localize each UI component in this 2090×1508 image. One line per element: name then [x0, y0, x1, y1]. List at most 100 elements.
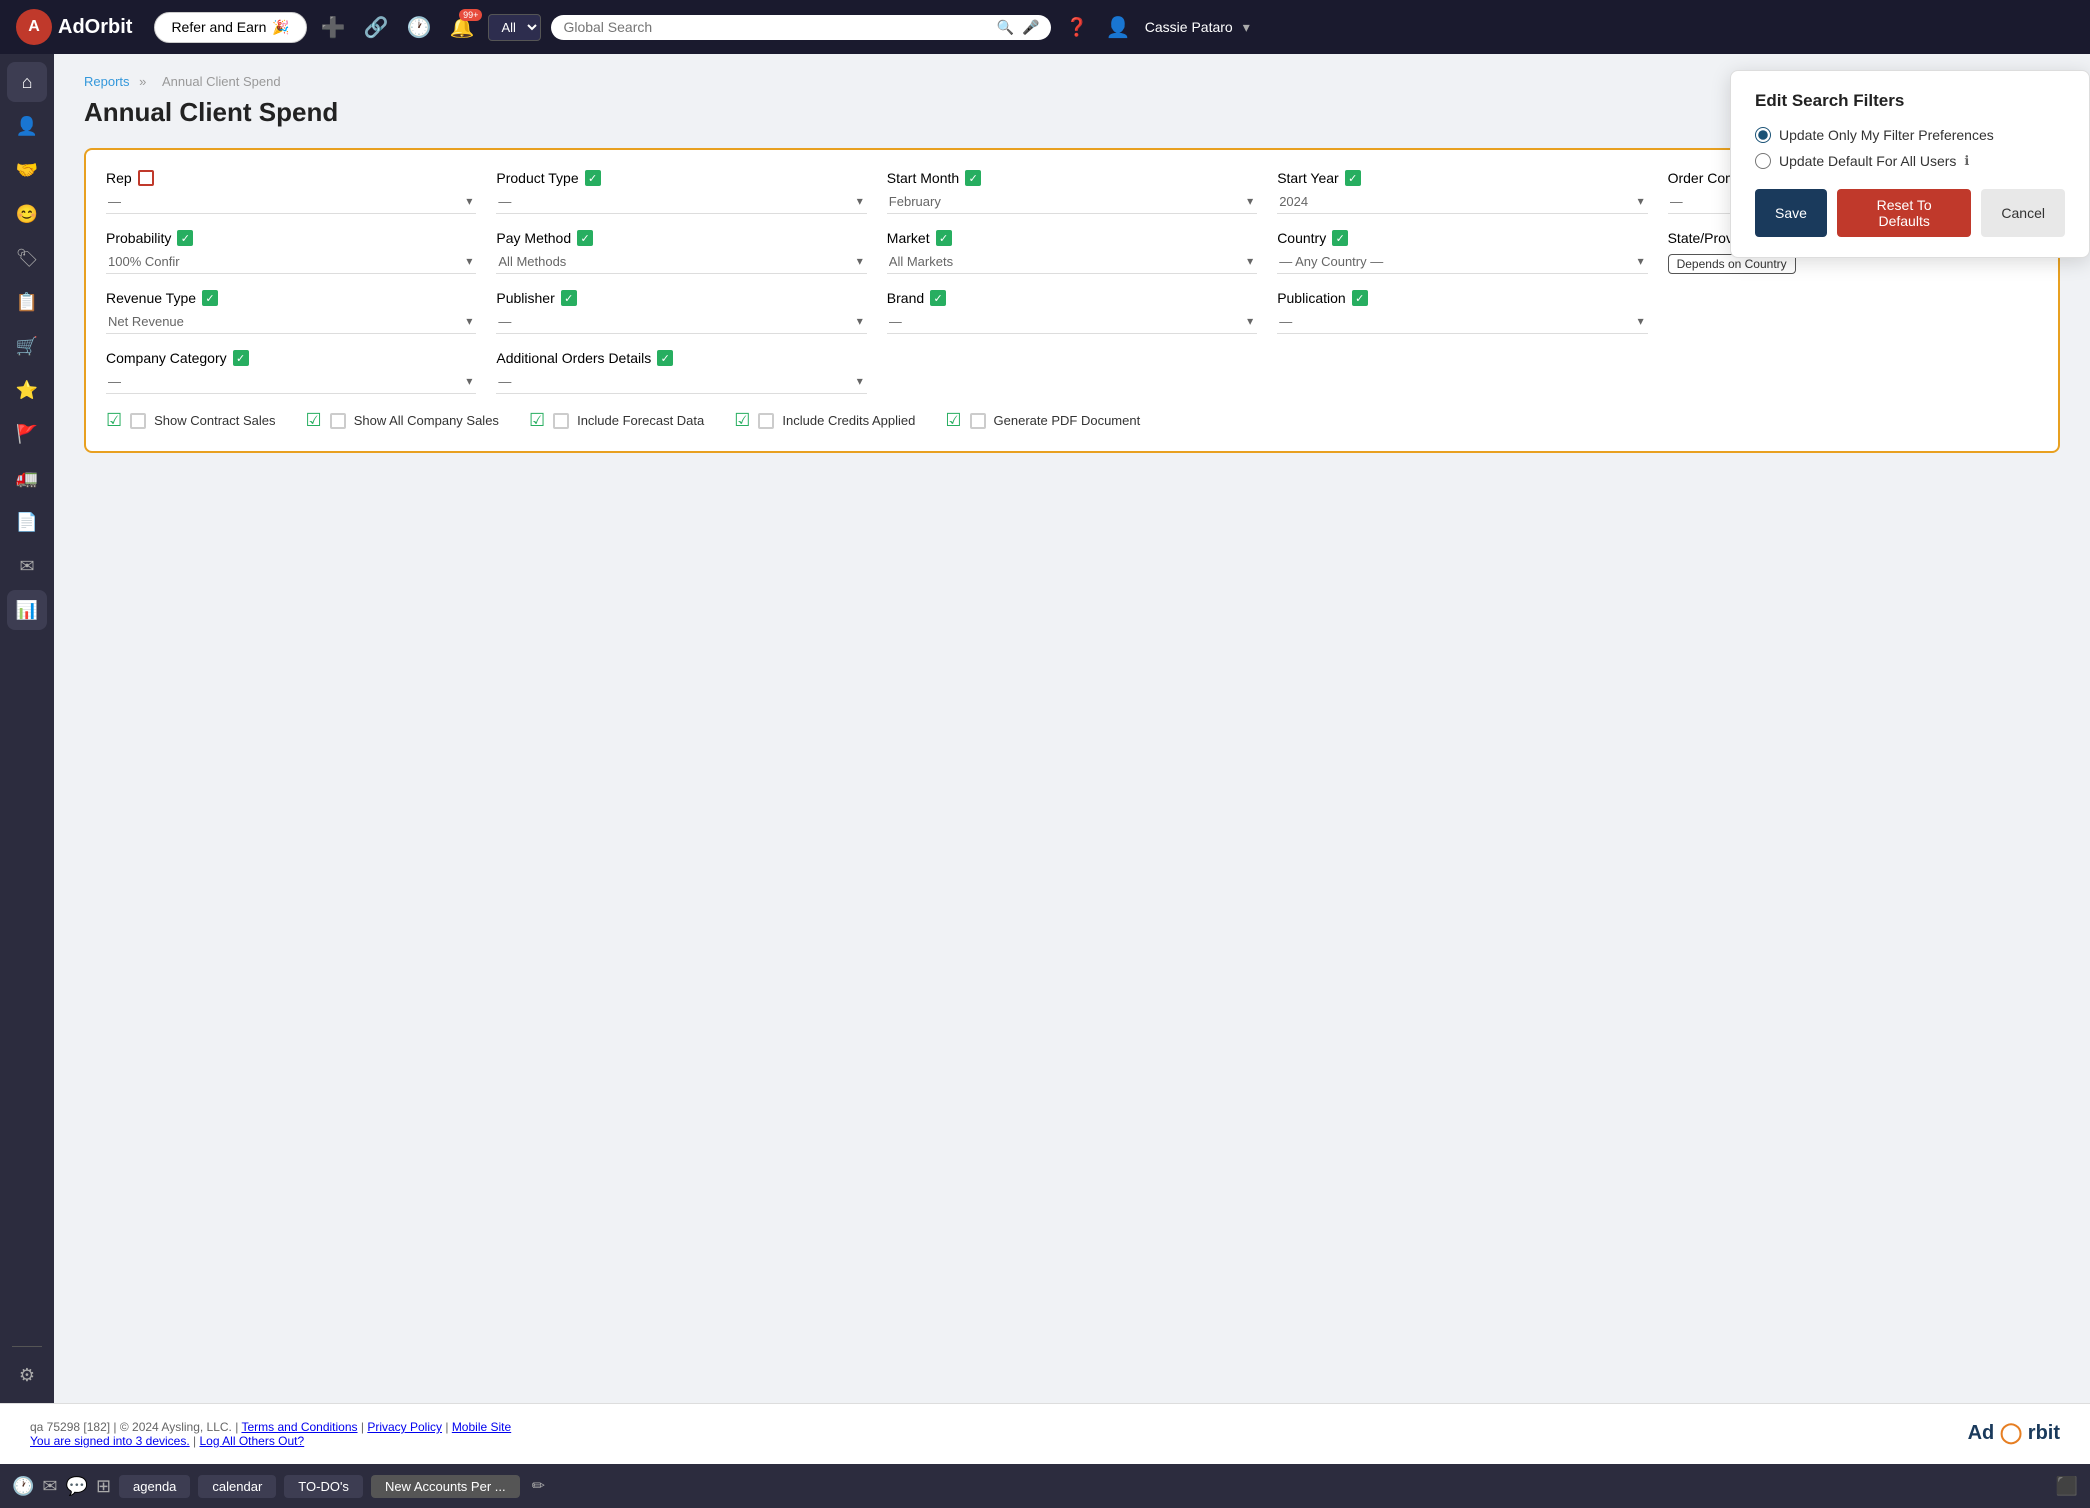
taskbar-clock-icon[interactable]: 🕐	[12, 1476, 34, 1497]
search-icon[interactable]: 🔍	[997, 19, 1014, 36]
taskbar-calendar-button[interactable]: calendar	[198, 1475, 276, 1498]
popup-radio-my-preferences-input[interactable]	[1755, 127, 1771, 143]
filter-revenue-type-checkbox[interactable]: ✓	[202, 290, 218, 306]
checkbox-show-contract-sales[interactable]: ☑ Show Contract Sales	[106, 410, 276, 431]
taskbar-chat-icon[interactable]: 💬	[66, 1476, 88, 1497]
taskbar-todo-button[interactable]: TO-DO's	[284, 1475, 363, 1498]
filter-start-year-select[interactable]: 2024	[1277, 190, 1647, 214]
checkbox-include-credits-applied-square	[758, 413, 774, 429]
filter-publication: Publication ✓ —	[1277, 290, 1647, 334]
footer-privacy-link[interactable]: Privacy Policy	[367, 1420, 442, 1434]
checkbox-generate-pdf-document[interactable]: ☑ Generate PDF Document	[945, 410, 1140, 431]
sidebar-item-doc[interactable]: 📄	[7, 502, 47, 542]
filter-pay-method: Pay Method ✓ All Methods	[496, 230, 866, 274]
filter-revenue-type-select[interactable]: Net Revenue	[106, 310, 476, 334]
filter-additional-orders-details-checkbox[interactable]: ✓	[657, 350, 673, 366]
filter-publication-select[interactable]: —	[1277, 310, 1647, 334]
filter-pay-method-checkbox[interactable]: ✓	[577, 230, 593, 246]
sidebar-item-orders[interactable]: 📋	[7, 282, 47, 322]
sidebar-item-star[interactable]: ⭐	[7, 370, 47, 410]
sidebar-item-home[interactable]: ⌂	[7, 62, 47, 102]
footer-logo-text2: rbit	[2028, 1422, 2060, 1444]
filter-market-checkbox[interactable]: ✓	[936, 230, 952, 246]
filter-product-type-checkbox[interactable]: ✓	[585, 170, 601, 186]
checkbox-include-forecast-data-square	[553, 413, 569, 429]
filter-start-year-checkbox[interactable]: ✓	[1345, 170, 1361, 186]
filter-start-month-select[interactable]: February	[887, 190, 1257, 214]
history-button[interactable]: 🕐	[403, 11, 436, 44]
filter-market-select-wrapper: All Markets	[887, 250, 1257, 274]
taskbar-grid-icon[interactable]: ⊞	[96, 1476, 111, 1497]
filter-product-type-label: Product Type	[496, 170, 578, 186]
popup-cancel-button[interactable]: Cancel	[1981, 189, 2065, 237]
taskbar-mail-icon[interactable]: ✉	[42, 1476, 57, 1497]
link-button[interactable]: 🔗	[360, 11, 393, 44]
filter-company-category-checkbox[interactable]: ✓	[233, 350, 249, 366]
popup-radio-all-users[interactable]: Update Default For All Users ℹ	[1755, 153, 2065, 169]
checkbox-include-forecast-data[interactable]: ☑ Include Forecast Data	[529, 410, 704, 431]
sidebar-item-flag[interactable]: 🚩	[7, 414, 47, 454]
filter-country-label: Country	[1277, 230, 1326, 246]
filter-brand-label: Brand	[887, 290, 924, 306]
taskbar-edit-button[interactable]: ✏	[532, 1476, 545, 1496]
sidebar-item-handshake[interactable]: 🤝	[7, 150, 47, 190]
popup-radio-my-preferences[interactable]: Update Only My Filter Preferences	[1755, 127, 2065, 143]
popup-save-button[interactable]: Save	[1755, 189, 1827, 237]
filter-country-select[interactable]: — Any Country —	[1277, 250, 1647, 274]
filter-country-checkbox[interactable]: ✓	[1332, 230, 1348, 246]
filter-market-select[interactable]: All Markets	[887, 250, 1257, 274]
sidebar-item-cart[interactable]: 🛒	[7, 326, 47, 366]
filter-company-category-select[interactable]: —	[106, 370, 476, 394]
user-button[interactable]: 👤	[1102, 11, 1135, 44]
filter-pay-method-select[interactable]: All Methods	[496, 250, 866, 274]
sidebar-item-tag[interactable]: 🏷	[7, 238, 47, 278]
filter-publisher-select[interactable]: —	[496, 310, 866, 334]
checkbox-include-credits-applied[interactable]: ☑ Include Credits Applied	[734, 410, 915, 431]
filter-brand-header: Brand ✓	[887, 290, 1257, 306]
footer-terms-link[interactable]: Terms and Conditions	[241, 1420, 357, 1434]
add-button[interactable]: ➕	[317, 11, 350, 44]
filter-market-label: Market	[887, 230, 930, 246]
popup-reset-button[interactable]: Reset To Defaults	[1837, 189, 1971, 237]
filter-publisher-checkbox[interactable]: ✓	[561, 290, 577, 306]
refer-earn-button[interactable]: Refer and Earn 🎉	[154, 12, 306, 43]
sidebar-item-reports[interactable]: 📊	[7, 590, 47, 630]
notifications-button[interactable]: 🔔 99+	[446, 11, 479, 44]
filter-start-month-checkbox[interactable]: ✓	[965, 170, 981, 186]
popup-radio-all-users-label: Update Default For All Users	[1779, 153, 1956, 169]
filter-product-type-select[interactable]: —	[496, 190, 866, 214]
filter-additional-orders-details-select[interactable]: —	[496, 370, 866, 394]
filter-brand-checkbox[interactable]: ✓	[930, 290, 946, 306]
footer-signed-in-link[interactable]: You are signed into 3 devices.	[30, 1434, 190, 1448]
filter-rep-select[interactable]: —	[106, 190, 476, 214]
mic-icon[interactable]: 🎤	[1022, 19, 1039, 36]
filter-publication-header: Publication ✓	[1277, 290, 1647, 306]
popup-radio-all-users-input[interactable]	[1755, 153, 1771, 169]
search-input[interactable]	[563, 19, 988, 35]
footer-log-others-link[interactable]: Log All Others Out?	[199, 1434, 304, 1448]
filter-publication-label: Publication	[1277, 290, 1346, 306]
filter-publication-checkbox[interactable]: ✓	[1352, 290, 1368, 306]
sidebar-item-contacts[interactable]: 👤	[7, 106, 47, 146]
taskbar-agenda-button[interactable]: agenda	[119, 1475, 190, 1498]
taskbar-new-accounts-button[interactable]: New Accounts Per ...	[371, 1475, 520, 1498]
sidebar-item-mail[interactable]: ✉	[7, 546, 47, 586]
taskbar-toggle-icon[interactable]: ⬛	[2056, 1476, 2078, 1496]
breadcrumb-parent[interactable]: Reports	[84, 74, 130, 89]
filter-rep-checkbox[interactable]	[138, 170, 154, 186]
popup-info-icon[interactable]: ℹ	[1964, 153, 1969, 169]
filter-probability-select[interactable]: 100% Confir	[106, 250, 476, 274]
scope-select[interactable]: All	[488, 14, 541, 41]
filter-probability-checkbox[interactable]: ✓	[177, 230, 193, 246]
checkbox-show-all-company-sales[interactable]: ☑ Show All Company Sales	[306, 410, 499, 431]
sidebar-item-settings[interactable]: ⚙	[7, 1355, 47, 1395]
checkbox-show-all-company-sales-label: Show All Company Sales	[354, 413, 499, 428]
help-button[interactable]: ❓	[1061, 13, 1091, 42]
footer-mobile-link[interactable]: Mobile Site	[452, 1420, 511, 1434]
sidebar-item-face[interactable]: 😊	[7, 194, 47, 234]
sidebar-item-truck[interactable]: 🚛	[7, 458, 47, 498]
checkbox-generate-pdf-document-label: Generate PDF Document	[994, 413, 1141, 428]
checkbox-generate-pdf-document-icon: ☑	[945, 410, 961, 431]
user-dropdown-icon[interactable]: ▾	[1243, 19, 1250, 36]
filter-brand-select[interactable]: —	[887, 310, 1257, 334]
